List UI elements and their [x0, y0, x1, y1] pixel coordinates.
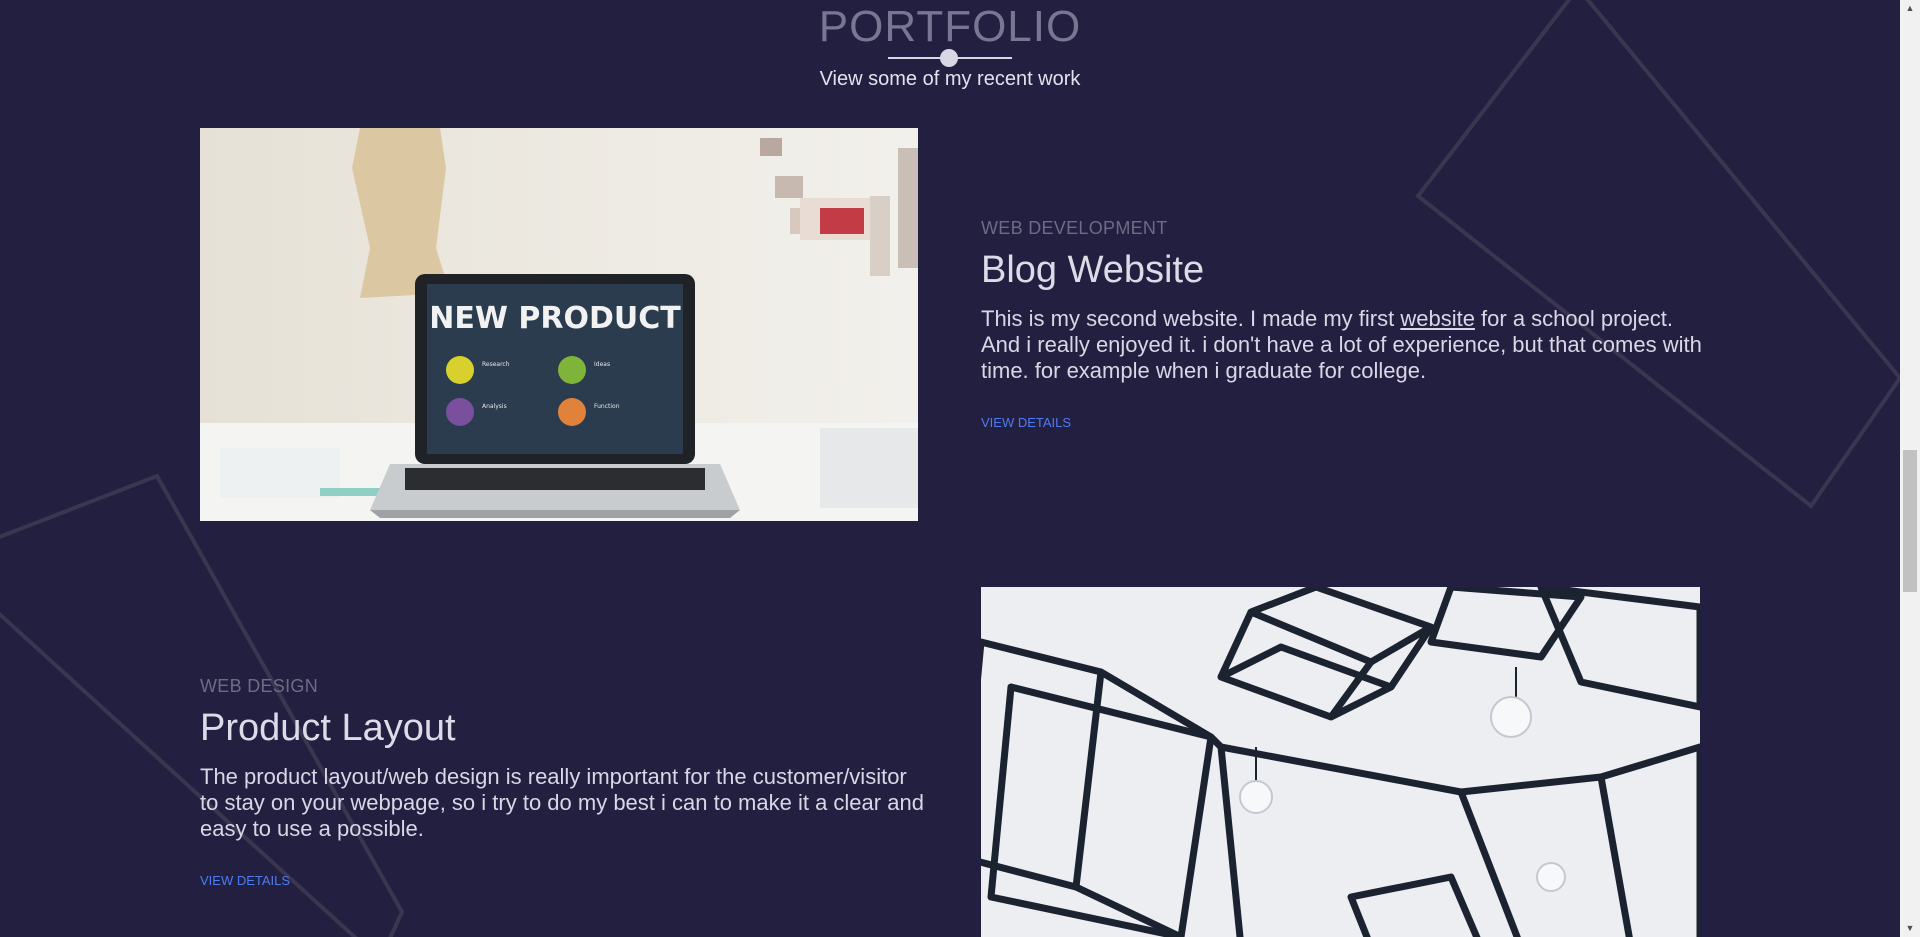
section-title: PORTFOLIO	[818, 2, 1082, 51]
laptop-photo: NEW PRODUCT Research Ideas Analysis Func…	[200, 128, 918, 521]
scrollbar-thumb[interactable]	[1903, 450, 1917, 592]
scroll-up-arrow-icon[interactable]: ▲	[1900, 0, 1920, 17]
svg-text:Research: Research	[482, 361, 510, 368]
project-image-blog-website[interactable]: NEW PRODUCT Research Ideas Analysis Func…	[200, 128, 918, 521]
project-category: WEB DESIGN	[200, 676, 319, 696]
project-title: Blog Website	[981, 249, 1205, 291]
title-divider-dot	[940, 49, 958, 67]
project-title: Product Layout	[200, 707, 456, 749]
svg-text:Analysis: Analysis	[482, 403, 507, 410]
scroll-down-arrow-icon[interactable]: ▼	[1900, 920, 1920, 937]
svg-text:Function: Function	[594, 403, 620, 410]
portfolio-page: PORTFOLIO View some of my recent work NE…	[0, 0, 1920, 937]
laptop-screen-title: NEW PRODUCT	[429, 301, 681, 336]
view-details-link[interactable]: VIEW DETAILS	[200, 873, 290, 888]
view-details-link[interactable]: VIEW DETAILS	[981, 415, 1071, 430]
project-card-product-layout: WEB DESIGN Product Layout The product la…	[200, 676, 930, 890]
vertical-scrollbar[interactable]: ▲ ▼	[1900, 0, 1920, 937]
section-subtitle: View some of my recent work	[819, 68, 1081, 90]
project-image-product-layout[interactable]	[981, 587, 1700, 937]
website-link[interactable]: website	[1400, 306, 1475, 331]
project-description: The product layout/web design is really …	[200, 764, 924, 841]
project-category: WEB DEVELOPMENT	[981, 218, 1168, 238]
svg-text:Ideas: Ideas	[594, 361, 610, 368]
project-card-blog-website: WEB DEVELOPMENT Blog Website This is my …	[981, 218, 1711, 432]
wire-cubes-photo	[981, 587, 1700, 937]
project-description: This is my second website. I made my fir…	[981, 306, 1702, 383]
